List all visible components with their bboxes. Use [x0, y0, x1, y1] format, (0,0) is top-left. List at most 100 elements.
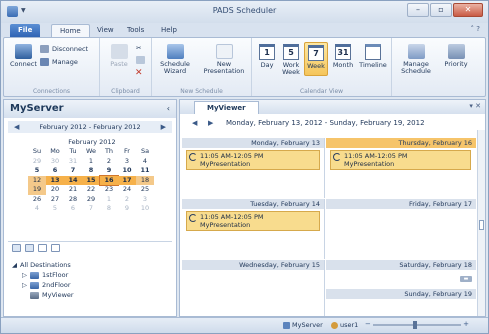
calendar-day[interactable]: 31	[64, 157, 82, 167]
manage-schedule-button[interactable]: Manage Schedule	[398, 44, 434, 75]
calendar-day[interactable]: 10	[118, 166, 136, 176]
appointment[interactable]: 11:05 AM-12:05 PM MyPresentation	[186, 211, 320, 231]
zoom-thumb[interactable]	[413, 321, 417, 329]
calendar-day[interactable]: 29	[28, 157, 46, 167]
calendar-day[interactable]: 7	[64, 166, 82, 176]
calendar-day[interactable]: 7	[82, 204, 100, 214]
collapse-pane-icon[interactable]: ‹	[167, 104, 170, 113]
calendar-day[interactable]: 5	[46, 204, 64, 214]
tab-view[interactable]: View	[89, 24, 122, 37]
calendar-day[interactable]: 26	[28, 195, 46, 205]
calendar-day[interactable]: 23	[100, 185, 118, 195]
calendar-day[interactable]: 15	[82, 175, 100, 185]
work-week-view-button[interactable]: 5 Work Week	[280, 42, 302, 76]
prev-range-icon[interactable]: ◀	[14, 121, 19, 133]
calendar-day[interactable]: 22	[82, 185, 100, 195]
timeline-view-button[interactable]: Timeline	[358, 42, 388, 76]
zoom-in-icon[interactable]: +	[463, 320, 469, 328]
day-cell-thursday[interactable]: Thursday, February 16 11:05 AM-12:05 PM …	[326, 138, 476, 198]
expand-icon[interactable]: ▷	[22, 271, 27, 279]
manage-button[interactable]: Manage	[40, 58, 78, 66]
next-range-icon[interactable]: ▶	[161, 121, 166, 133]
ribbon-minimize-icon[interactable]: ˄ ?	[471, 25, 480, 33]
calendar-day[interactable]: 29	[82, 195, 100, 205]
calendar-day[interactable]: 2	[118, 195, 136, 205]
calendar-day[interactable]: 6	[64, 204, 82, 214]
vertical-scrollbar[interactable]	[477, 130, 485, 316]
appointment[interactable]: 11:05 AM-12:05 PM MyPresentation	[186, 150, 320, 170]
calendar-day[interactable]: 28	[64, 195, 82, 205]
priority-button[interactable]: Priority	[440, 44, 472, 68]
zoom-out-icon[interactable]: −	[365, 320, 371, 328]
calendar-day[interactable]: 20	[46, 185, 64, 195]
filter-icon[interactable]	[51, 243, 60, 252]
tree-view-icon[interactable]	[12, 243, 21, 252]
calendar-day[interactable]: 17	[118, 175, 136, 185]
tab-help[interactable]: Help	[153, 24, 185, 37]
expand-icon[interactable]: ▷	[22, 281, 27, 289]
calendar-day[interactable]: 27	[46, 195, 64, 205]
pane-controls[interactable]: ▾ ✕	[469, 102, 481, 110]
calendar-day[interactable]: 14	[64, 175, 82, 185]
connect-button[interactable]: Connect	[10, 44, 37, 68]
tree-item-1stfloor[interactable]: ▷ 1stFloor	[12, 270, 74, 280]
calendar-day[interactable]: 1	[82, 157, 100, 167]
calendar-day[interactable]: 3	[118, 157, 136, 167]
copy-button[interactable]	[136, 56, 145, 64]
new-presentation-button[interactable]: New Presentation	[200, 44, 248, 75]
tab-home[interactable]: Home	[51, 24, 90, 37]
tab-file[interactable]: File	[10, 24, 41, 37]
calendar-day[interactable]: 5	[28, 166, 46, 176]
list-view-icon[interactable]	[25, 243, 34, 252]
calendar-day[interactable]: 1	[100, 195, 118, 205]
calendar-day[interactable]: 12	[28, 175, 46, 185]
calendar-day[interactable]: 2	[100, 157, 118, 167]
paste-button[interactable]: Paste	[108, 44, 130, 68]
day-cell-monday[interactable]: Monday, February 13 11:05 AM-12:05 PM My…	[182, 138, 325, 198]
calendar-day[interactable]: 11	[136, 166, 154, 176]
tree-item-2ndfloor[interactable]: ▷ 2ndFloor	[12, 280, 74, 290]
search-icon[interactable]	[38, 243, 47, 252]
calendar-day[interactable]: 19	[28, 185, 46, 195]
day-view-button[interactable]: 1 Day	[256, 42, 278, 76]
next-week-icon[interactable]: ▶	[208, 116, 213, 130]
more-items-button[interactable]: ▬	[460, 276, 472, 282]
calendar-day[interactable]: 6	[46, 166, 64, 176]
cut-button[interactable]: ✂	[136, 44, 141, 52]
calendar-day[interactable]: 24	[118, 185, 136, 195]
tree-item-all-destinations[interactable]: ◢ All Destinations	[12, 260, 74, 270]
appointment[interactable]: 11:05 AM-12:05 PM MyPresentation	[330, 150, 471, 170]
calendar-day[interactable]: 16	[99, 174, 119, 186]
prev-week-icon[interactable]: ◀	[192, 116, 197, 130]
delete-button[interactable]: ✕	[135, 68, 143, 78]
minimize-button[interactable]: –	[407, 3, 429, 17]
calendar-day[interactable]: 9	[118, 204, 136, 214]
day-cell-wednesday[interactable]: Wednesday, February 15	[182, 260, 325, 316]
calendar-day[interactable]: 30	[46, 157, 64, 167]
zoom-slider[interactable]: − +	[365, 320, 469, 329]
tab-myviewer[interactable]: MyViewer	[194, 101, 259, 114]
calendar-day[interactable]: 21	[64, 185, 82, 195]
day-cell-saturday[interactable]: Saturday, February 18 ▬	[326, 260, 476, 288]
calendar-day[interactable]: 8	[100, 204, 118, 214]
month-view-button[interactable]: 31 Month	[330, 42, 356, 76]
day-cell-tuesday[interactable]: Tuesday, February 14 11:05 AM-12:05 PM M…	[182, 199, 325, 259]
disconnect-button[interactable]: Disconnect	[40, 45, 88, 53]
scrollbar-thumb[interactable]	[479, 220, 484, 230]
calendar-day[interactable]: 25	[136, 185, 154, 195]
day-cell-sunday[interactable]: Sunday, February 19	[326, 289, 476, 316]
calendar-day[interactable]: 9	[100, 166, 118, 176]
calendar-day[interactable]: 8	[82, 166, 100, 176]
schedule-wizard-button[interactable]: Schedule Wizard	[156, 44, 194, 75]
tree-item-myviewer[interactable]: MyViewer	[12, 290, 74, 300]
day-cell-friday[interactable]: Friday, February 17	[326, 199, 476, 259]
calendar-day[interactable]: 4	[136, 157, 154, 167]
maximize-button[interactable]: ▫	[430, 3, 452, 17]
week-view-button[interactable]: 7 Week	[304, 42, 328, 76]
close-button[interactable]: ✕	[453, 3, 483, 17]
tab-tools[interactable]: Tools	[119, 24, 152, 37]
calendar-day[interactable]: 4	[28, 204, 46, 214]
calendar-day[interactable]: 18	[136, 175, 154, 185]
calendar-day[interactable]: 13	[46, 175, 64, 185]
calendar-day[interactable]: 10	[136, 204, 154, 214]
